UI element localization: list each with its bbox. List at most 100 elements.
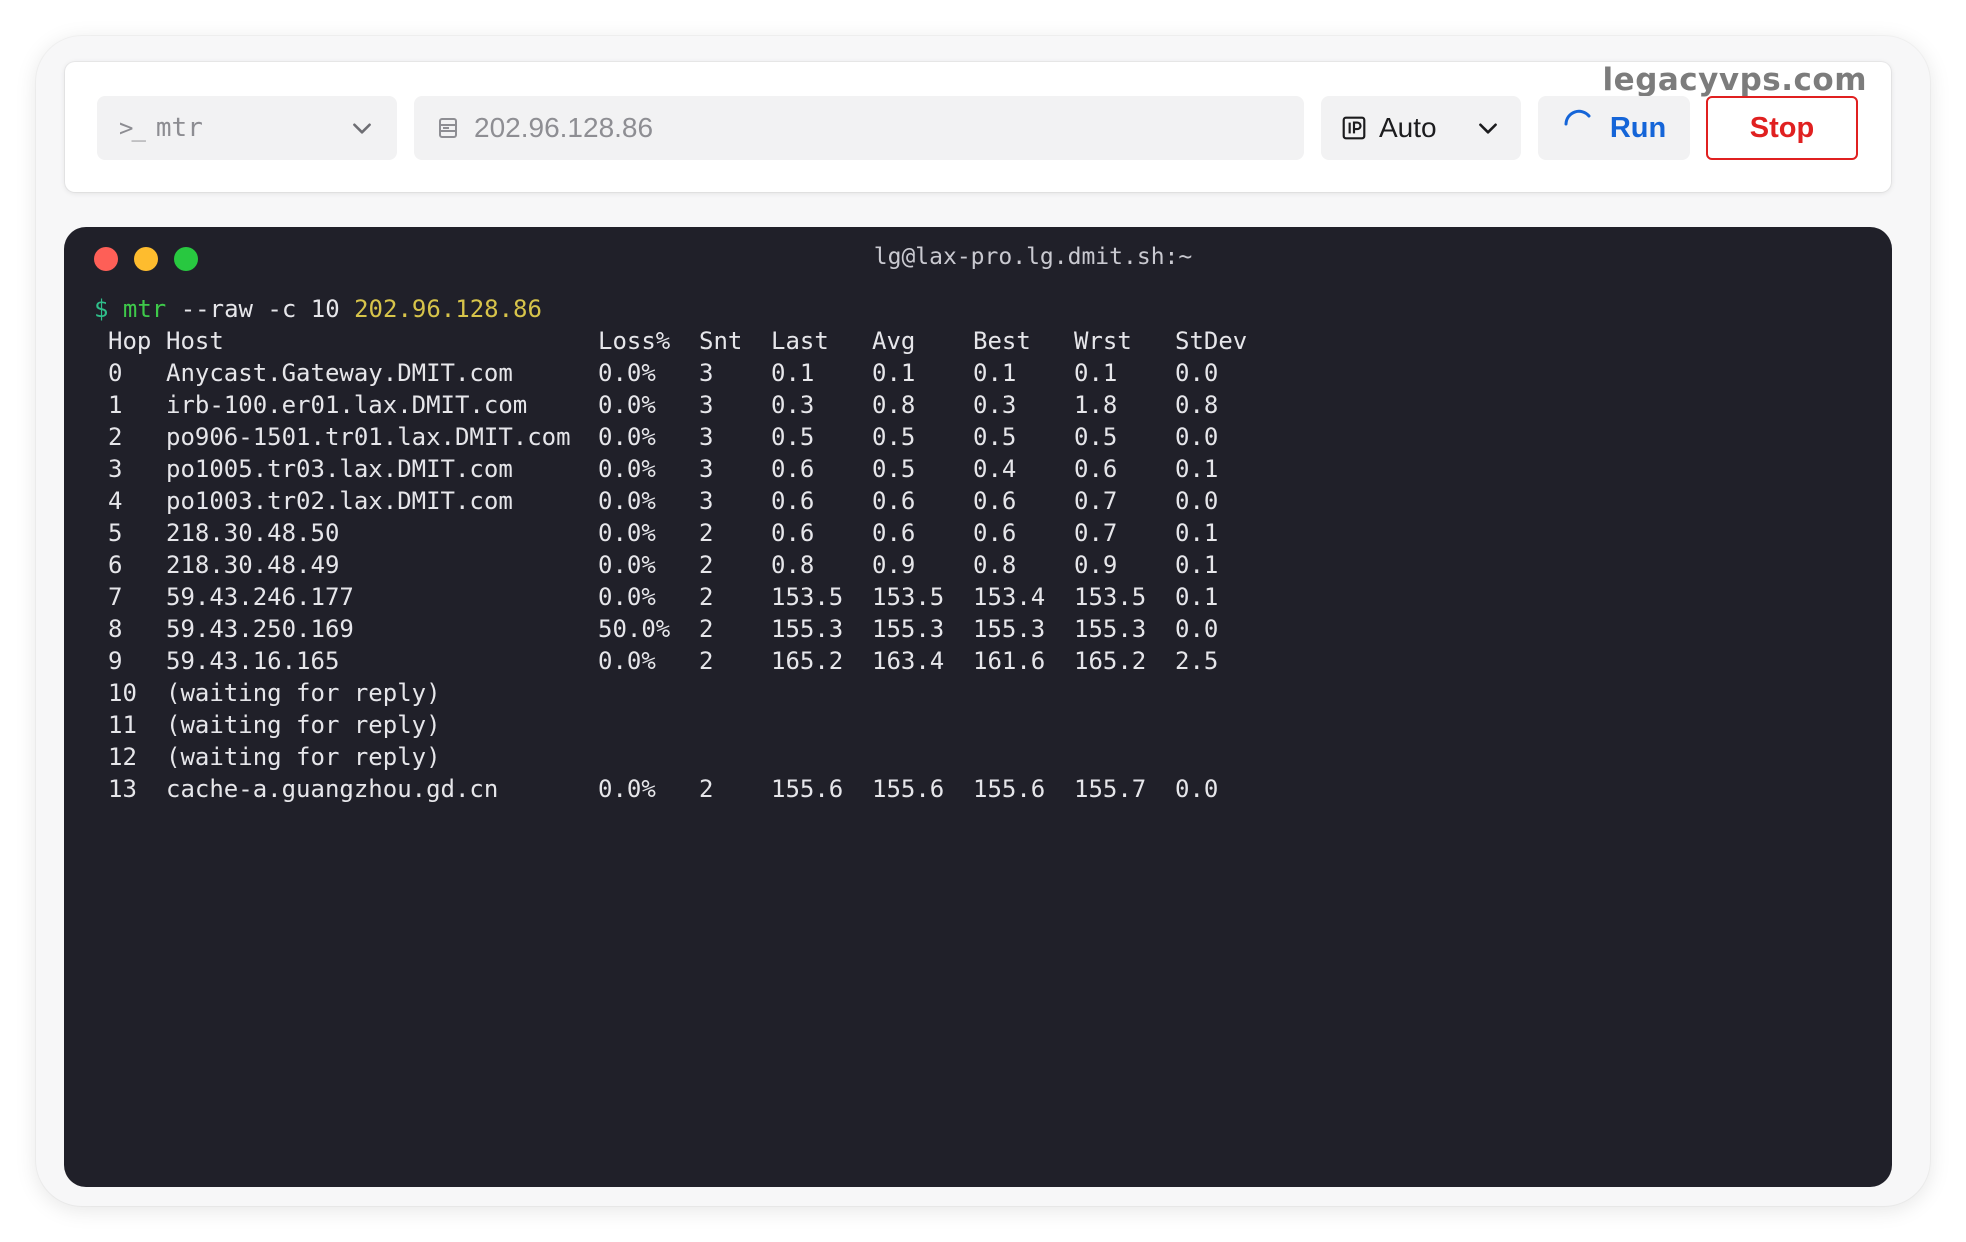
cell-wrst: 0.9 xyxy=(1074,551,1118,579)
cell-loss xyxy=(598,677,699,709)
cell-loss: 0.0% xyxy=(598,391,656,419)
cell-avg: 163.4 xyxy=(872,647,945,675)
command-args: --raw -c 10 xyxy=(166,295,355,323)
cell-hop: 13 xyxy=(108,775,137,803)
spinner-icon xyxy=(1564,109,1591,126)
cell-stdev: 0.1 xyxy=(1175,455,1219,483)
cell-best: 0.4 xyxy=(973,455,1017,483)
cell-best: 155.3 xyxy=(973,615,1046,643)
cell-stdev: 0.0 xyxy=(1175,775,1219,803)
table-row: 6 218.30.48.49 0.0% 2 0.8 0.9 0.8 0.9 0.1 xyxy=(94,549,1276,581)
cell-hop: 0 xyxy=(108,359,123,387)
cell-host: Anycast.Gateway.DMIT.com xyxy=(166,359,513,387)
cell-hop: 3 xyxy=(108,455,123,483)
cell-snt: 2 xyxy=(699,615,714,643)
cell-stdev: 0.1 xyxy=(1175,551,1219,579)
cell-last: 0.8 xyxy=(771,551,815,579)
command-target: 202.96.128.86 xyxy=(354,295,542,323)
cell-best: 0.5 xyxy=(973,423,1017,451)
cell-stdev: 0.0 xyxy=(1175,615,1219,643)
stop-button[interactable]: Stop xyxy=(1706,96,1858,160)
cell-avg: 0.6 xyxy=(872,519,916,547)
column-header-snt: Snt xyxy=(699,327,743,355)
cell-host: po906-1501.tr01.lax.DMIT.com xyxy=(166,423,571,451)
cell-wrst xyxy=(1074,741,1175,773)
cell-stdev: 0.0 xyxy=(1175,423,1219,451)
cell-host: (waiting for reply) xyxy=(166,743,441,771)
target-input-wrapper[interactable] xyxy=(414,96,1304,160)
cell-hop: 1 xyxy=(108,391,123,419)
cell-avg: 155.3 xyxy=(872,615,945,643)
cell-wrst: 0.5 xyxy=(1074,423,1118,451)
tool-select[interactable]: >_ mtr xyxy=(97,96,397,160)
cell-loss: 50.0% xyxy=(598,615,671,643)
cell-avg: 0.6 xyxy=(872,487,916,515)
run-button-label: Run xyxy=(1609,111,1667,144)
cell-snt xyxy=(699,741,771,773)
cell-wrst: 1.8 xyxy=(1074,391,1118,419)
cell-best: 0.3 xyxy=(973,391,1017,419)
target-input[interactable] xyxy=(472,111,1282,145)
cell-avg: 0.5 xyxy=(872,455,916,483)
cell-loss xyxy=(598,709,699,741)
cell-hop: 9 xyxy=(108,647,123,675)
cell-best: 0.1 xyxy=(973,359,1017,387)
cell-last: 0.5 xyxy=(771,423,815,451)
cell-wrst: 153.5 xyxy=(1074,583,1147,611)
cell-loss: 0.0% xyxy=(598,583,656,611)
cell-avg xyxy=(872,677,973,709)
cell-last: 155.6 xyxy=(771,775,844,803)
cell-last: 0.6 xyxy=(771,487,815,515)
cell-loss: 0.0% xyxy=(598,455,656,483)
cell-best: 153.4 xyxy=(973,583,1046,611)
table-row: 0 Anycast.Gateway.DMIT.com 0.0% 3 0.1 0.1 0.1 0… xyxy=(94,357,1276,389)
cell-avg: 0.1 xyxy=(872,359,916,387)
cell-stdev: 0.0 xyxy=(1175,487,1219,515)
cell-last xyxy=(771,741,872,773)
table-row: 8 59.43.250.169 50.0% 2 155.3 155.3 155.3 155.3… xyxy=(94,613,1276,645)
toolbar: legacyvps.com >_ mtr Auto Run xyxy=(65,62,1891,192)
cell-loss: 0.0% xyxy=(598,487,656,515)
cell-last: 0.6 xyxy=(771,519,815,547)
cell-best xyxy=(973,709,1074,741)
cell-loss xyxy=(598,741,699,773)
cell-hop: 7 xyxy=(108,583,123,611)
cell-snt: 3 xyxy=(699,423,714,451)
cell-host: irb-100.er01.lax.DMIT.com xyxy=(166,391,528,419)
table-row: 5 218.30.48.50 0.0% 2 0.6 0.6 0.6 0.7 0.1 xyxy=(94,517,1276,549)
table-row: 12 (waiting for reply) xyxy=(94,741,1276,773)
cell-snt: 2 xyxy=(699,647,714,675)
column-header-loss: Loss% xyxy=(598,327,671,355)
cell-hop: 12 xyxy=(108,743,137,771)
cell-snt: 3 xyxy=(699,455,714,483)
cell-wrst xyxy=(1074,709,1175,741)
cell-snt: 2 xyxy=(699,519,714,547)
tool-select-value: mtr xyxy=(155,113,203,143)
run-button[interactable]: Run xyxy=(1538,96,1690,160)
cell-best: 0.6 xyxy=(973,487,1017,515)
cell-avg: 153.5 xyxy=(872,583,945,611)
column-header-best: Best xyxy=(973,327,1031,355)
cell-host: 218.30.48.49 xyxy=(166,551,340,579)
cell-wrst xyxy=(1074,677,1175,709)
watermark: legacyvps.com xyxy=(1602,62,1867,98)
table-row: 7 59.43.246.177 0.0% 2 153.5 153.5 153.4 153.5 0… xyxy=(94,581,1276,613)
cell-last: 165.2 xyxy=(771,647,844,675)
ip-version-value: Auto xyxy=(1379,112,1437,143)
cell-host: 59.43.246.177 xyxy=(166,583,354,611)
cell-snt: 3 xyxy=(699,359,714,387)
chevron-down-icon xyxy=(353,123,371,134)
cell-hop: 11 xyxy=(108,711,137,739)
ip-version-select[interactable]: Auto xyxy=(1321,96,1521,160)
terminal-prompt-icon: >_ xyxy=(119,114,146,142)
command-line: $ mtr --raw -c 10 202.96.128.86 xyxy=(94,293,1276,325)
chevron-down-icon xyxy=(1479,123,1497,134)
table-row: 3 po1005.tr03.lax.DMIT.com 0.0% 3 0.6 0.5 0.4 0… xyxy=(94,453,1276,485)
cell-loss: 0.0% xyxy=(598,359,656,387)
table-header: Hop Host Loss% Snt Last Avg Best Wrst StDev xyxy=(94,325,1276,357)
cell-wrst: 155.7 xyxy=(1074,775,1147,803)
cell-hop: 5 xyxy=(108,519,123,547)
cell-stdev xyxy=(1175,677,1276,709)
column-header-stdev: StDev xyxy=(1175,327,1248,355)
ip-icon xyxy=(1342,116,1366,140)
